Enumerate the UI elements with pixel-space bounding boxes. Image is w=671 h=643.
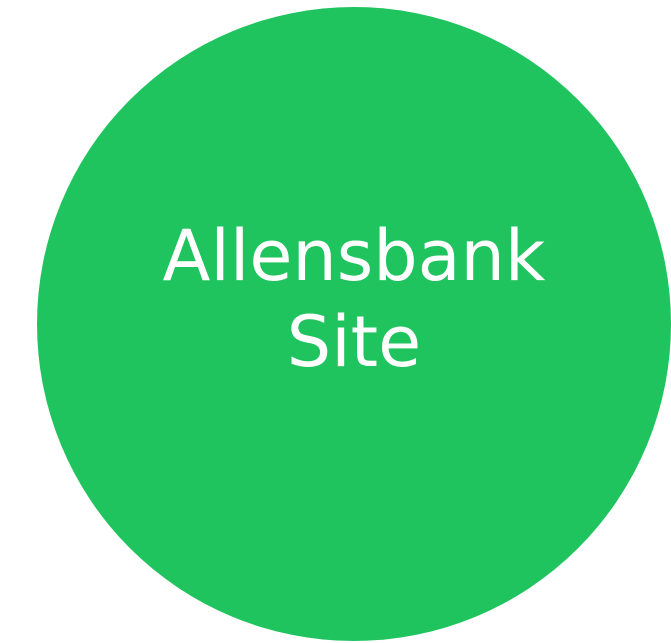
diagram-canvas: Allensbank Site [0, 0, 671, 643]
site-circle-node: Allensbank Site [37, 7, 671, 641]
site-label: Allensbank Site [163, 213, 546, 385]
site-label-line-2: Site [286, 301, 422, 383]
site-label-line-1: Allensbank [162, 215, 546, 297]
